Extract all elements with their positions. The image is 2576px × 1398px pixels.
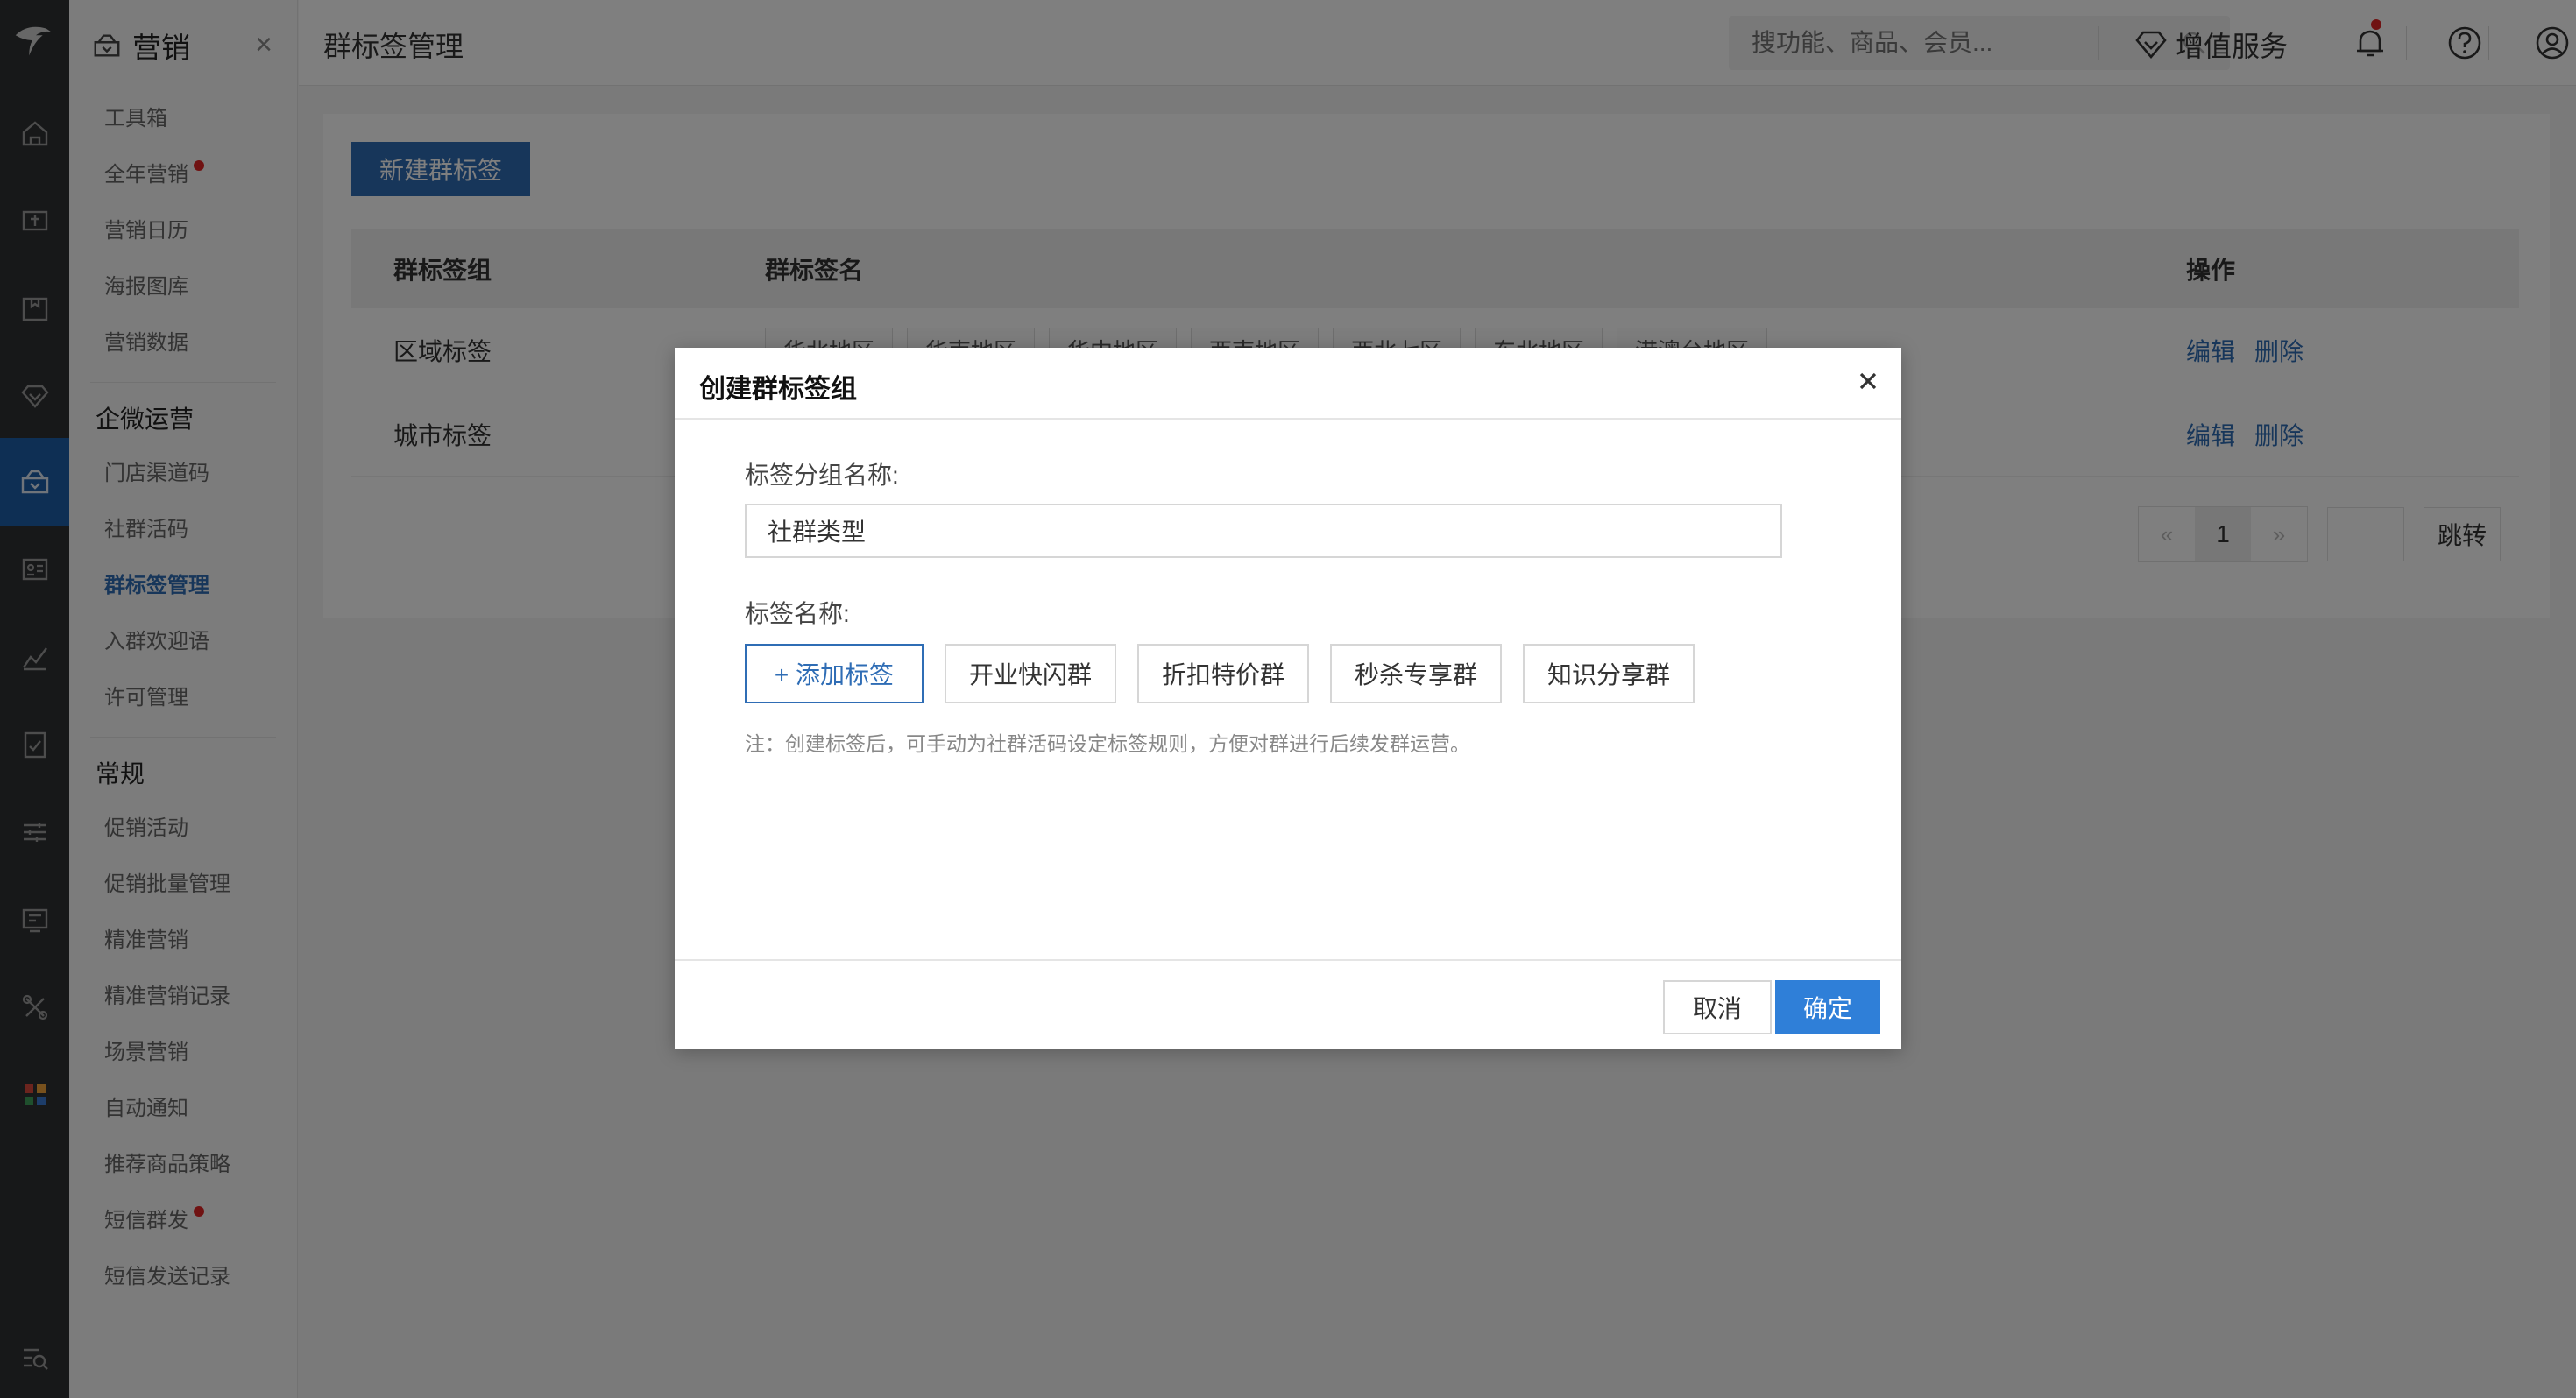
dialog-header: 创建群标签组 [675, 348, 1901, 420]
add-tag-button[interactable]: + 添加标签 [745, 644, 924, 703]
tag-name-label: 标签名称: [745, 600, 850, 627]
tag-item[interactable]: 知识分享群 [1523, 644, 1695, 703]
tag-list: + 添加标签 开业快闪群 折扣特价群 秒杀专享群 知识分享群 [745, 644, 1695, 703]
close-icon[interactable] [1851, 364, 1886, 399]
group-name-label: 标签分组名称: [745, 462, 899, 489]
dialog-footer: 取消 确定 [675, 959, 1901, 1048]
dialog-title: 创建群标签组 [699, 375, 857, 404]
help-note: 注：创建标签后，可手动为社群活码设定标签规则，方便对群进行后续发群运营。 [745, 732, 1470, 755]
confirm-button[interactable]: 确定 [1775, 980, 1880, 1034]
tag-item[interactable]: 秒杀专享群 [1330, 644, 1503, 703]
create-group-tag-dialog: 创建群标签组 标签分组名称: 标签名称: + 添加标签 开业快闪群 折扣特价群 … [675, 348, 1901, 1048]
tag-item[interactable]: 开业快闪群 [945, 644, 1117, 703]
tag-item[interactable]: 折扣特价群 [1137, 644, 1310, 703]
cancel-button[interactable]: 取消 [1663, 980, 1772, 1034]
group-name-input[interactable] [745, 504, 1782, 558]
